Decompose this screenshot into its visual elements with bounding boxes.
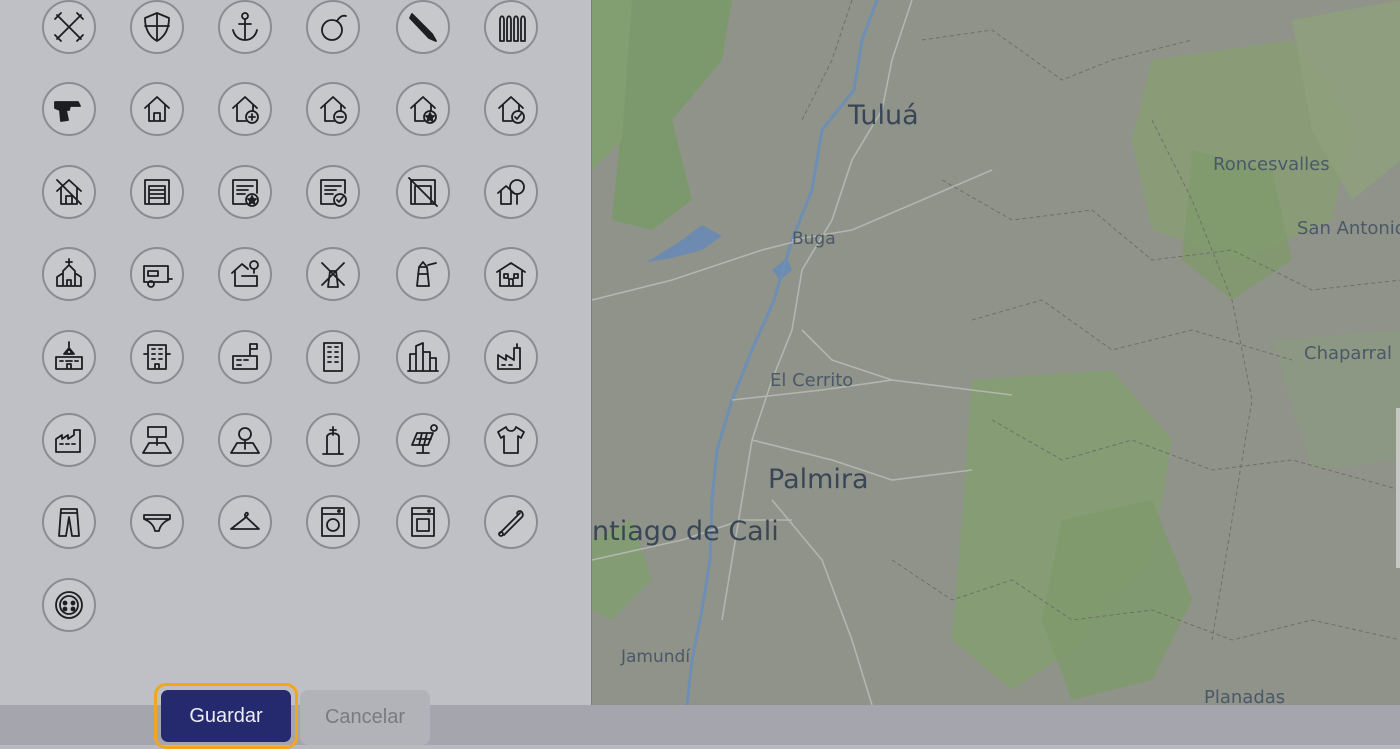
knife-icon[interactable] bbox=[396, 0, 450, 54]
map-label-el-cerrito: El Cerrito bbox=[770, 370, 854, 391]
cancel-button[interactable]: Cancelar bbox=[300, 690, 430, 745]
garage-icon[interactable] bbox=[130, 165, 184, 219]
icon-picker-panel bbox=[0, 0, 591, 705]
garage-closed-icon[interactable] bbox=[396, 165, 450, 219]
office-building-icon[interactable] bbox=[306, 330, 360, 384]
house-star-icon[interactable] bbox=[396, 82, 450, 136]
t-shirt-icon[interactable] bbox=[484, 413, 538, 467]
safety-pin-icon[interactable] bbox=[484, 495, 538, 549]
house-location-icon[interactable] bbox=[218, 247, 272, 301]
map-label-palmira: Palmira bbox=[768, 464, 869, 495]
lighthouse-icon[interactable] bbox=[396, 247, 450, 301]
house-check-icon[interactable] bbox=[484, 82, 538, 136]
apartment-icon[interactable] bbox=[130, 330, 184, 384]
map-label-chaparral: Chaparral bbox=[1304, 343, 1392, 364]
map-label-tulua: Tuluá bbox=[848, 100, 919, 131]
swords-icon[interactable] bbox=[42, 0, 96, 54]
house-damaged-icon[interactable] bbox=[42, 165, 96, 219]
garage-star-icon[interactable] bbox=[218, 165, 272, 219]
map-label-jamundi: Jamundí bbox=[621, 647, 691, 667]
bullets-icon[interactable] bbox=[484, 0, 538, 54]
church-icon[interactable] bbox=[42, 247, 96, 301]
industry-icon[interactable] bbox=[42, 413, 96, 467]
underwear-icon[interactable] bbox=[130, 495, 184, 549]
grave-icon[interactable] bbox=[306, 413, 360, 467]
shield-icon[interactable] bbox=[130, 0, 184, 54]
map-side-handle[interactable] bbox=[1396, 408, 1400, 568]
map-label-santiago-de-cali: ntiago de Cali bbox=[592, 516, 779, 547]
house-icon[interactable] bbox=[130, 82, 184, 136]
save-button[interactable]: Guardar bbox=[154, 683, 298, 749]
house-tree-icon[interactable] bbox=[484, 165, 538, 219]
map-canvas bbox=[592, 0, 1400, 705]
save-button-label: Guardar bbox=[161, 690, 291, 742]
bomb-icon[interactable] bbox=[306, 0, 360, 54]
map-view[interactable]: Tuluá Roncesvalles San Antonio Buga Chap… bbox=[591, 0, 1400, 705]
map-label-planadas: Planadas bbox=[1204, 687, 1286, 705]
map-label-buga: Buga bbox=[792, 229, 836, 249]
factory-flag-icon[interactable] bbox=[218, 330, 272, 384]
billboard-lot-icon[interactable] bbox=[130, 413, 184, 467]
map-label-san-antonio: San Antonio bbox=[1297, 218, 1400, 239]
washing-machine-icon[interactable] bbox=[306, 495, 360, 549]
house-plus-icon[interactable] bbox=[218, 82, 272, 136]
house-minus-icon[interactable] bbox=[306, 82, 360, 136]
pants-icon[interactable] bbox=[42, 495, 96, 549]
map-label-roncesvalles: Roncesvalles bbox=[1213, 154, 1330, 175]
factory-icon[interactable] bbox=[484, 330, 538, 384]
city-buildings-icon[interactable] bbox=[396, 330, 450, 384]
trailer-icon[interactable] bbox=[130, 247, 184, 301]
garage-check-icon[interactable] bbox=[306, 165, 360, 219]
anchor-icon[interactable] bbox=[218, 0, 272, 54]
windmill-icon[interactable] bbox=[306, 247, 360, 301]
button-icon[interactable] bbox=[42, 578, 96, 632]
school-icon[interactable] bbox=[42, 330, 96, 384]
solar-panel-icon[interactable] bbox=[396, 413, 450, 467]
dryer-icon[interactable] bbox=[396, 495, 450, 549]
school-building-icon[interactable] bbox=[484, 247, 538, 301]
tree-lot-icon[interactable] bbox=[218, 413, 272, 467]
revolver-icon[interactable] bbox=[42, 82, 96, 136]
hanger-icon[interactable] bbox=[218, 495, 272, 549]
